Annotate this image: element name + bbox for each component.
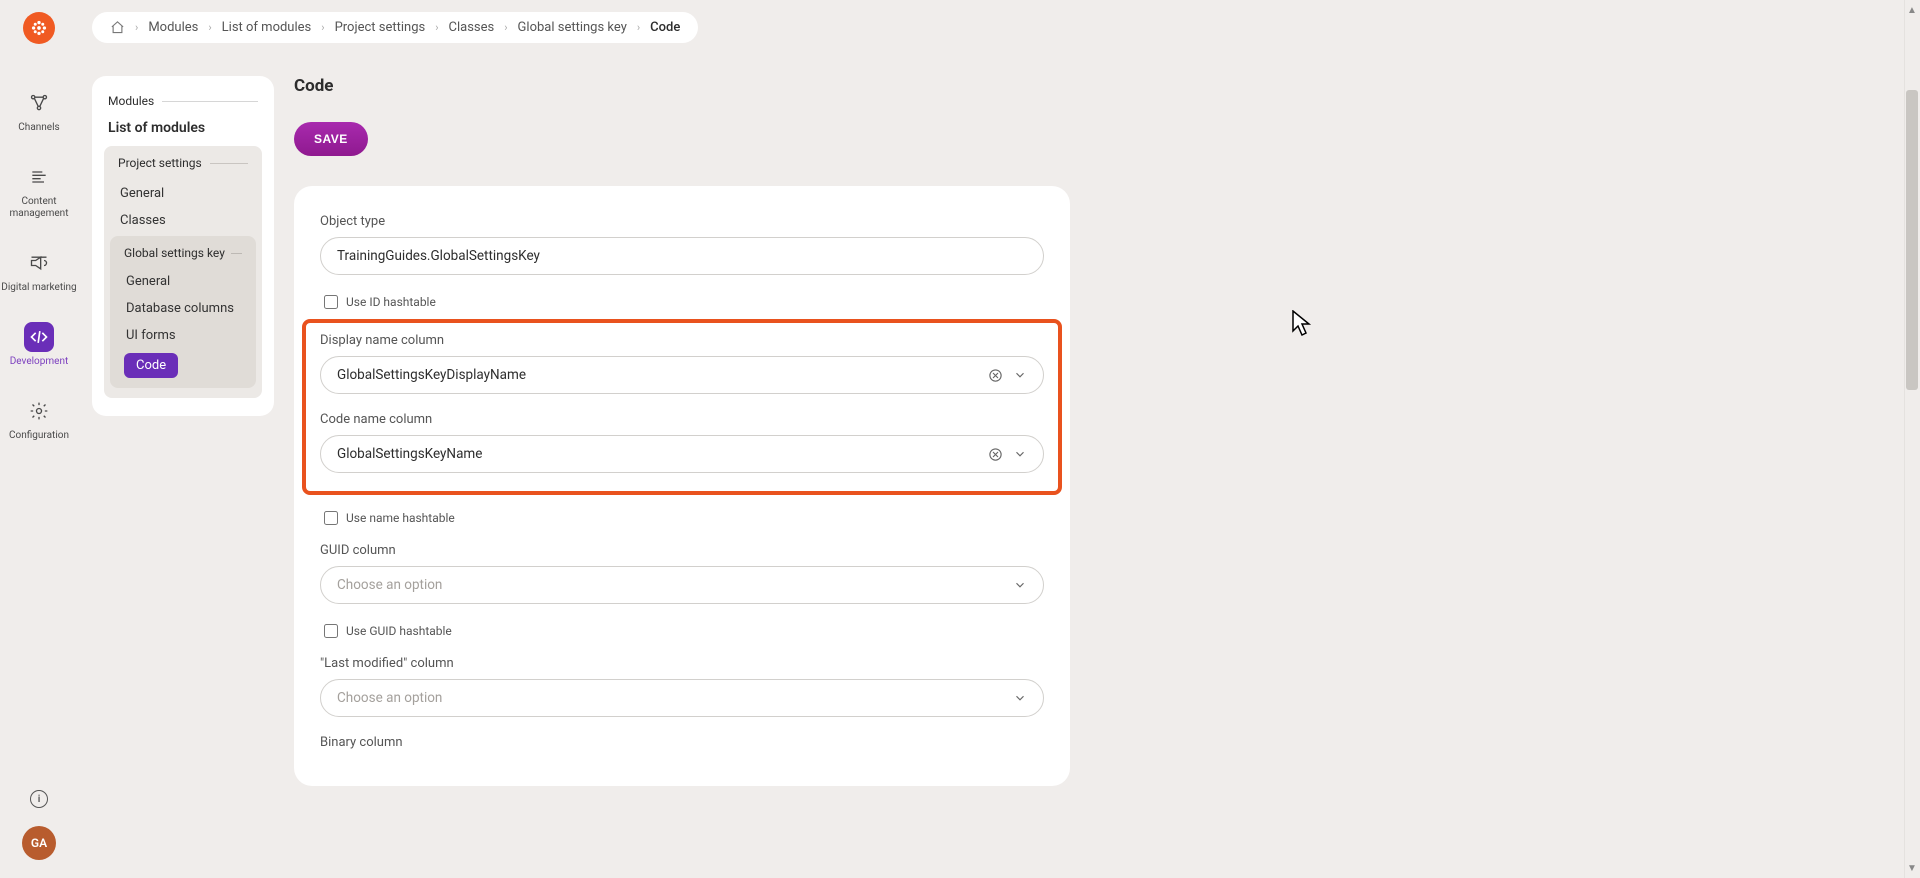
scroll-up-icon[interactable]: ▲ (1904, 2, 1920, 18)
select-guid-column[interactable]: Choose an option (320, 566, 1044, 604)
rail-label: Channels (18, 122, 59, 134)
label-display-name-column: Display name column (320, 333, 1044, 348)
tree-item-classes[interactable]: Classes (110, 207, 256, 234)
clear-icon[interactable] (988, 447, 1003, 462)
chevron-right-icon: › (504, 21, 507, 34)
rail-label: Development (10, 356, 69, 368)
chevron-right-icon: › (637, 21, 640, 34)
select-last-modified-column[interactable]: Choose an option (320, 679, 1044, 717)
value-code-name-column: GlobalSettingsKeyName (337, 446, 988, 462)
select-display-name-column[interactable]: GlobalSettingsKeyDisplayName (320, 356, 1044, 394)
code-icon (24, 322, 54, 352)
rail-bottom: i GA (22, 790, 56, 878)
label-binary-column: Binary column (320, 735, 1044, 750)
field-use-name-hashtable: Use name hashtable (320, 509, 1044, 525)
rail-item-marketing[interactable]: Digital marketing (1, 248, 76, 294)
breadcrumb: › Modules › List of modules › Project se… (92, 12, 698, 43)
checkbox-use-guid-hashtable[interactable] (324, 624, 338, 638)
rail-item-development[interactable]: Development (10, 322, 69, 368)
label-use-name-hashtable[interactable]: Use name hashtable (346, 511, 455, 525)
rail-label: Digital marketing (1, 282, 76, 294)
crumb-project[interactable]: Project settings (335, 20, 426, 35)
rail-item-content[interactable]: Content management (0, 162, 78, 220)
value-display-name-column: GlobalSettingsKeyDisplayName (337, 367, 988, 383)
rail-item-configuration[interactable]: Configuration (9, 396, 69, 442)
rail-label: Content management (0, 196, 78, 220)
content-icon (24, 162, 54, 192)
label-use-id-hashtable[interactable]: Use ID hashtable (346, 295, 436, 309)
gear-icon (24, 396, 54, 426)
tree-global-settings: Global settings key General Database col… (110, 236, 256, 388)
chevron-down-icon[interactable] (1013, 447, 1027, 461)
home-icon[interactable] (110, 20, 125, 35)
field-use-guid-hashtable: Use GUID hashtable (320, 622, 1044, 638)
cursor-icon (1292, 310, 1314, 338)
chevron-right-icon: › (435, 21, 438, 34)
save-button[interactable]: SAVE (294, 122, 368, 156)
label-use-guid-hashtable[interactable]: Use GUID hashtable (346, 624, 452, 638)
placeholder-last-modified: Choose an option (337, 690, 1013, 706)
label-guid-column: GUID column (320, 543, 1044, 558)
placeholder-guid-column: Choose an option (337, 577, 1013, 593)
field-last-modified-column: "Last modified" column Choose an option (320, 656, 1044, 717)
label-last-modified-column: "Last modified" column (320, 656, 1044, 671)
main-content: Code SAVE Object type TrainingGuides.Glo… (294, 76, 1070, 786)
rail-label: Configuration (9, 430, 69, 442)
crumb-code[interactable]: Code (650, 20, 680, 35)
crumb-global[interactable]: Global settings key (518, 20, 627, 35)
label-object-type: Object type (320, 214, 1044, 229)
icon-rail: Channels Content management Digital mark… (0, 0, 78, 878)
tree-item-ui-forms[interactable]: UI forms (116, 322, 250, 349)
chevron-down-icon[interactable] (1013, 691, 1027, 705)
crumb-modules[interactable]: Modules (148, 20, 198, 35)
checkbox-use-id-hashtable[interactable] (324, 295, 338, 309)
scroll-track[interactable] (1906, 18, 1918, 860)
field-guid-column: GUID column Choose an option (320, 543, 1044, 604)
rail-item-channels[interactable]: Channels (18, 88, 59, 134)
checkbox-use-name-hashtable[interactable] (324, 511, 338, 525)
select-code-name-column[interactable]: GlobalSettingsKeyName (320, 435, 1044, 473)
chevron-down-icon[interactable] (1013, 368, 1027, 382)
chevron-right-icon: › (135, 21, 138, 34)
field-use-id-hashtable: Use ID hashtable (320, 293, 1044, 309)
chevron-down-icon[interactable] (1013, 578, 1027, 592)
channels-icon (24, 88, 54, 118)
info-icon[interactable]: i (30, 790, 48, 808)
scroll-thumb[interactable] (1906, 90, 1918, 390)
tree-item-general2[interactable]: General (116, 268, 250, 295)
field-object-type: Object type TrainingGuides.GlobalSetting… (320, 214, 1044, 275)
input-object-type[interactable]: TrainingGuides.GlobalSettingsKey (320, 237, 1044, 275)
flower-icon (29, 18, 49, 38)
highlighted-section: Display name column GlobalSettingsKeyDis… (302, 319, 1062, 495)
tree-item-db-columns[interactable]: Database columns (116, 295, 250, 322)
value-object-type: TrainingGuides.GlobalSettingsKey (337, 248, 540, 264)
label-code-name-column: Code name column (320, 412, 1044, 427)
tree-project-settings: Project settings General Classes Global … (104, 146, 262, 398)
clear-icon[interactable] (988, 368, 1003, 383)
chevron-right-icon: › (208, 21, 211, 34)
tree-item-general[interactable]: General (110, 180, 256, 207)
chevron-right-icon: › (321, 21, 324, 34)
tree-sub-label: Project settings (110, 156, 256, 180)
crumb-list[interactable]: List of modules (222, 20, 312, 35)
field-code-name-column: Code name column GlobalSettingsKeyName (320, 412, 1044, 473)
page-title: Code (294, 76, 1070, 96)
tree-panel: Modules List of modules Project settings… (92, 76, 274, 416)
crumb-classes[interactable]: Classes (449, 20, 495, 35)
brand-logo[interactable] (23, 12, 55, 44)
scroll-down-icon[interactable]: ▼ (1904, 860, 1920, 876)
form-card: Object type TrainingGuides.GlobalSetting… (294, 186, 1070, 786)
field-display-name-column: Display name column GlobalSettingsKeyDis… (320, 333, 1044, 394)
scrollbar[interactable]: ▲ ▼ (1904, 0, 1920, 878)
avatar[interactable]: GA (22, 826, 56, 860)
tree-sub-inner-label: Global settings key (116, 246, 250, 268)
tree-item-code[interactable]: Code (124, 353, 178, 378)
field-binary-column: Binary column (320, 735, 1044, 750)
tree-title[interactable]: List of modules (100, 114, 266, 146)
marketing-icon (24, 248, 54, 278)
tree-group-modules: Modules (100, 90, 266, 114)
